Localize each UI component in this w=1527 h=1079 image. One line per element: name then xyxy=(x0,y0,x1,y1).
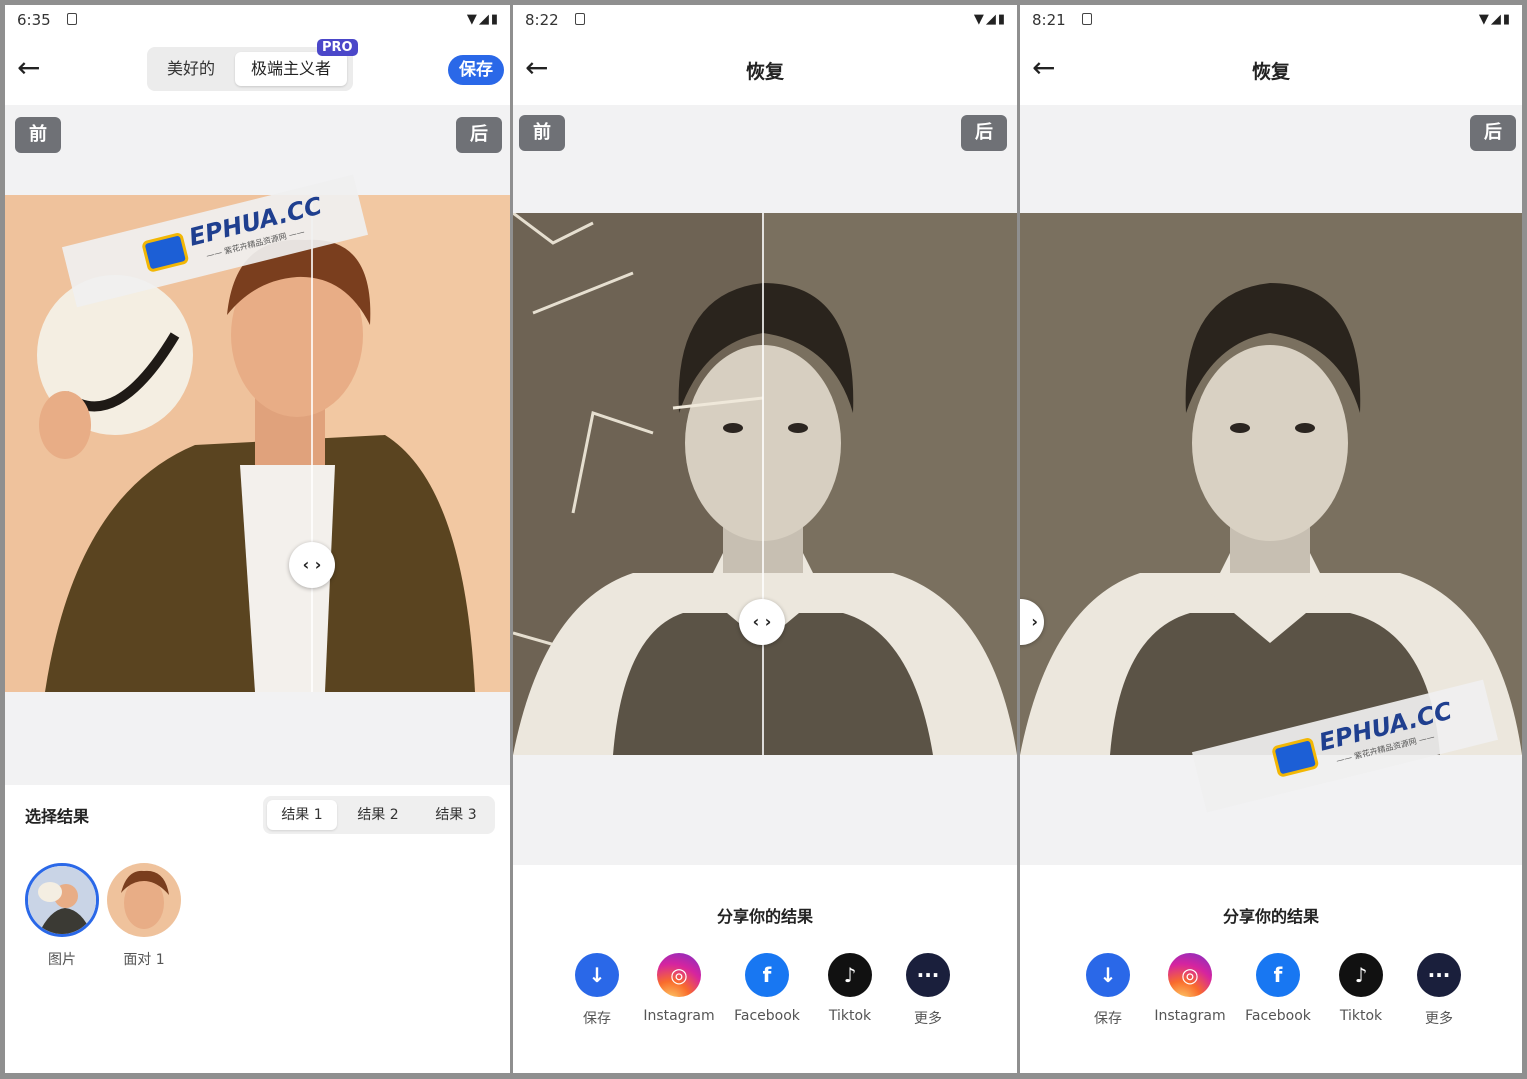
share-instagram-label: Instagram xyxy=(1154,1008,1226,1024)
more-icon[interactable]: ··· xyxy=(1417,953,1461,997)
result-tab-1[interactable]: 结果 1 xyxy=(267,800,337,830)
share-title: 分享你的结果 xyxy=(716,907,813,926)
phone-screen-restore-compare: 8:22 ▼◢▮ ← 恢复 前 后 ‹ › 分享你的结果 ↓ 保存 ◎ Inst… xyxy=(513,5,1017,1073)
compare-slider-handle[interactable]: ‹ › xyxy=(289,542,335,588)
share-facebook-label: Facebook xyxy=(734,1008,800,1024)
result-tabs: 结果 1 结果 2 结果 3 xyxy=(263,796,495,834)
compare-viewer[interactable]: 后 › EPHUA.CC —— 紫花卉精品资源网 —— xyxy=(1020,105,1522,865)
share-title: 分享你的结果 xyxy=(1222,907,1319,926)
share-instagram-label: Instagram xyxy=(643,1008,715,1024)
before-label: 前 xyxy=(519,115,565,151)
notification-icon xyxy=(1082,13,1092,25)
page-title: 恢复 xyxy=(745,61,784,83)
thumbnail-face-1-label: 面对 1 xyxy=(123,952,165,968)
tiktok-icon[interactable]: ♪ xyxy=(828,953,872,997)
save-button[interactable]: 保存 xyxy=(448,55,504,85)
status-bar: 8:22 ▼◢▮ xyxy=(513,5,1017,35)
notification-icon xyxy=(67,13,77,25)
tiktok-icon[interactable]: ♪ xyxy=(1339,953,1383,997)
download-icon[interactable]: ↓ xyxy=(1086,953,1130,997)
status-time: 8:22 xyxy=(525,11,559,29)
result-selector: 选择结果 结果 1 结果 2 结果 3 xyxy=(5,785,510,845)
before-label: 前 xyxy=(15,117,61,153)
share-save-label: 保存 xyxy=(583,1011,611,1027)
compare-divider xyxy=(762,213,764,755)
compare-divider xyxy=(311,195,313,692)
share-facebook-label: Facebook xyxy=(1245,1008,1311,1024)
thumbnail-original-label: 图片 xyxy=(48,952,76,968)
top-bar: ← 恢复 xyxy=(513,35,1017,105)
after-label: 后 xyxy=(961,115,1007,151)
compare-slider-handle[interactable]: ‹ › xyxy=(739,599,785,645)
facebook-icon[interactable]: f xyxy=(745,953,789,997)
top-bar: ← 美好的 极端主义者 PRO 保存 xyxy=(5,35,510,105)
result-tab-3[interactable]: 结果 3 xyxy=(421,800,491,830)
result-title: 选择结果 xyxy=(25,807,90,826)
old-photo-image xyxy=(513,213,1017,755)
top-bar: ← 恢复 xyxy=(1020,35,1522,105)
compare-viewer[interactable]: 前 后 ‹ › EPHUA.CC —— 紫花卉精品资源网 —— xyxy=(5,105,510,785)
pro-badge: PRO xyxy=(317,39,358,56)
mode-normal-tab[interactable]: 美好的 xyxy=(153,53,229,85)
result-tab-2[interactable]: 结果 2 xyxy=(343,800,413,830)
page-title: 恢复 xyxy=(1251,61,1290,83)
status-time: 6:35 xyxy=(17,11,51,29)
instagram-icon[interactable]: ◎ xyxy=(1168,953,1212,997)
thumbnail-original[interactable] xyxy=(25,863,99,937)
share-tiktok-label: Tiktok xyxy=(1339,1008,1383,1024)
mode-extreme-tab[interactable]: 极端主义者 xyxy=(235,52,347,86)
download-icon[interactable]: ↓ xyxy=(575,953,619,997)
share-more-label: 更多 xyxy=(1425,1011,1453,1027)
compare-viewer[interactable]: 前 后 ‹ › xyxy=(513,105,1017,865)
share-tiktok-label: Tiktok xyxy=(828,1008,872,1024)
thumbnail-face-1[interactable] xyxy=(107,863,181,937)
after-label: 后 xyxy=(456,117,502,153)
watermark-logo-icon xyxy=(141,231,190,273)
signal-battery-icon: ▼◢▮ xyxy=(973,12,1007,27)
thumbnail-face-image xyxy=(107,863,181,937)
notification-icon xyxy=(575,13,585,25)
restored-photo-image xyxy=(1020,213,1522,755)
share-save-label: 保存 xyxy=(1094,1011,1122,1027)
old-photo: ‹ › xyxy=(513,213,1017,755)
share-more-label: 更多 xyxy=(914,1011,942,1027)
watermark-logo-icon xyxy=(1271,736,1320,778)
thumbnail-original-image xyxy=(28,866,96,934)
phone-screen-restore-result: 8:21 ▼◢▮ ← 恢复 后 › EPHUA.CC —— 紫花卉精品资源网 —… xyxy=(1020,5,1522,1073)
phone-screen-enhance: 6:35 ▼◢▮ ← 美好的 极端主义者 PRO 保存 前 后 ‹ › EPHU… xyxy=(5,5,510,1073)
more-icon[interactable]: ··· xyxy=(906,953,950,997)
after-label: 后 xyxy=(1470,115,1516,151)
instagram-icon[interactable]: ◎ xyxy=(657,953,701,997)
signal-battery-icon: ▼◢▮ xyxy=(466,12,500,27)
restored-photo: › xyxy=(1020,213,1522,755)
signal-battery-icon: ▼◢▮ xyxy=(1478,12,1512,27)
facebook-icon[interactable]: f xyxy=(1256,953,1300,997)
status-bar: 8:21 ▼◢▮ xyxy=(1020,5,1522,35)
status-bar: 6:35 ▼◢▮ xyxy=(5,5,510,35)
status-time: 8:21 xyxy=(1032,11,1066,29)
back-arrow-icon[interactable]: ← xyxy=(17,53,51,87)
